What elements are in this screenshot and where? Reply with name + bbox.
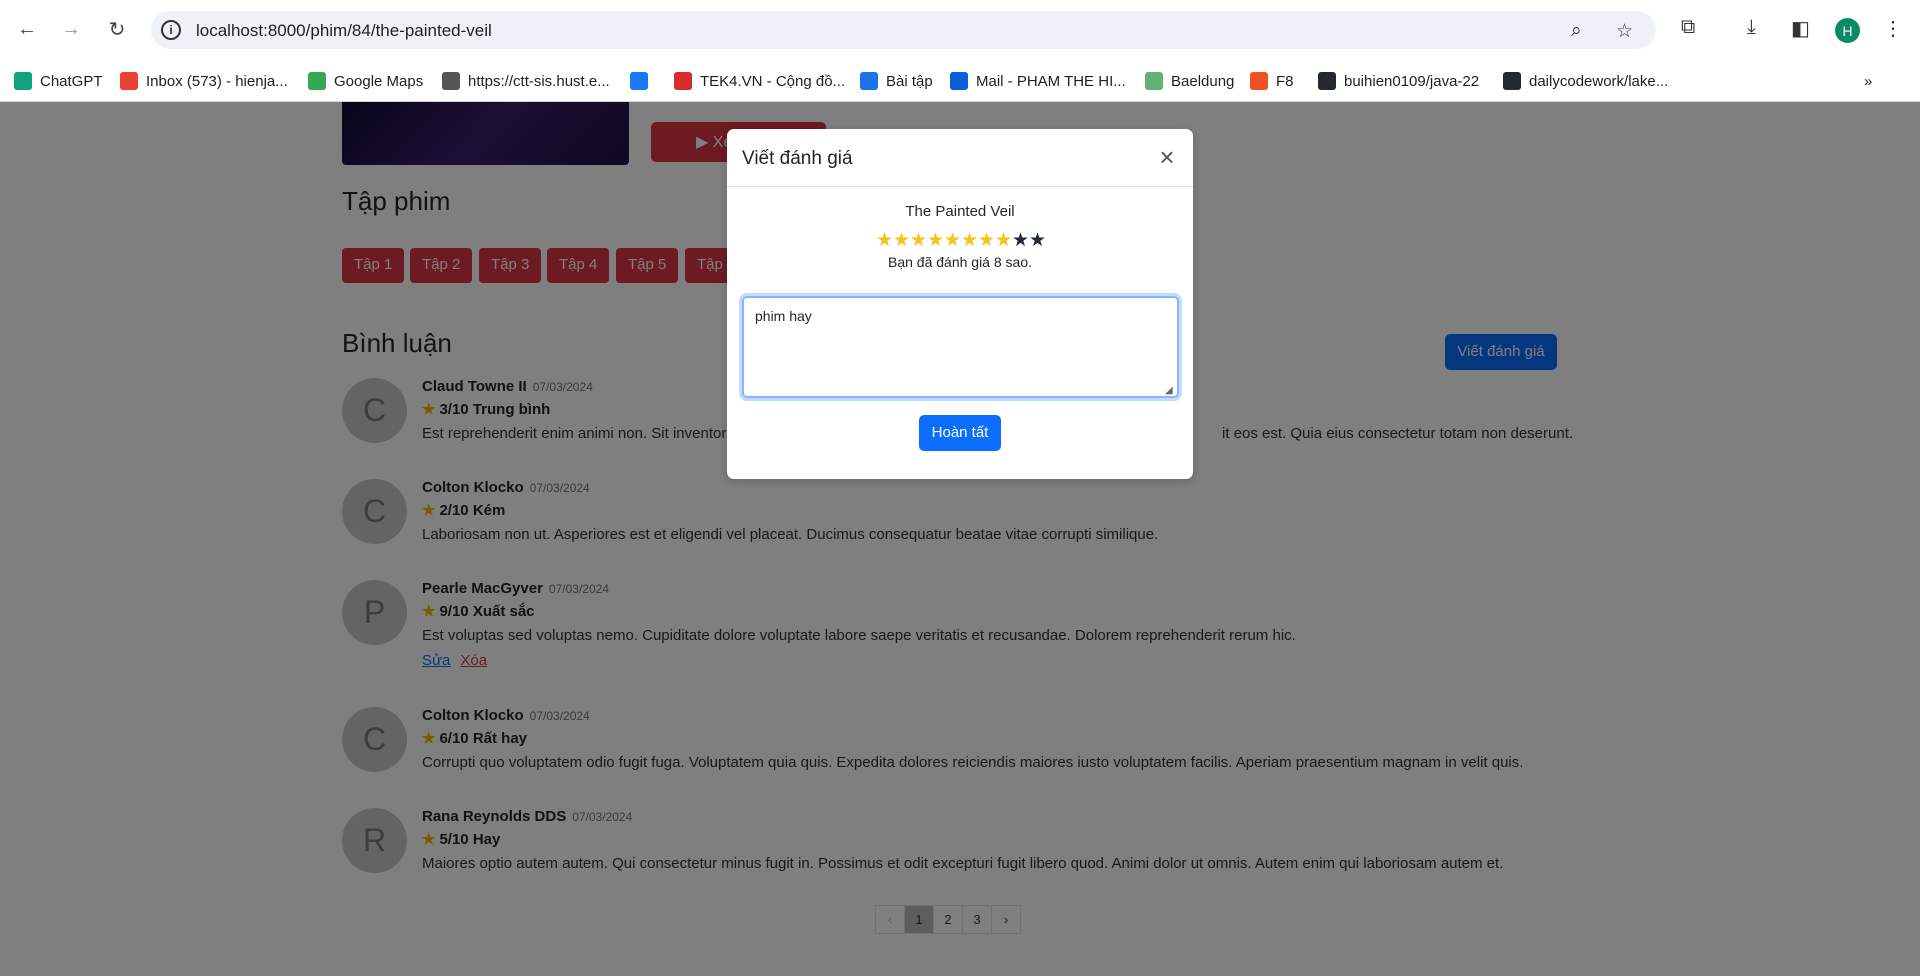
bookmark-label: F8 — [1276, 72, 1294, 90]
reload-icon[interactable]: ↻ — [102, 14, 132, 44]
star-icon[interactable]: ★ — [927, 231, 944, 250]
star-icon[interactable]: ★ — [944, 231, 961, 250]
url-text[interactable]: localhost:8000/phim/84/the-painted-veil — [196, 21, 492, 41]
back-icon[interactable]: ← — [12, 14, 42, 44]
bookmark-item[interactable]: Bài tập — [860, 68, 933, 94]
chatgpt-icon — [14, 72, 32, 90]
bookmark-label: Inbox (573) - hienja... — [146, 72, 288, 90]
maps-icon — [308, 72, 326, 90]
star-icon[interactable]: ★ — [876, 231, 893, 250]
star-icon[interactable]: ★ — [1029, 231, 1046, 250]
extensions-icon[interactable]: ⧉ — [1681, 16, 1695, 39]
bookmark-item[interactable]: F8 — [1250, 68, 1294, 94]
bookmark-label: ChatGPT — [40, 72, 103, 90]
menu-icon[interactable]: ⋮ — [1883, 16, 1903, 41]
modal-title: Viết đánh giá — [742, 148, 853, 169]
modal-header: Viết đánh giá × — [727, 129, 1193, 187]
bookmark-label: buihien0109/java-22 — [1344, 72, 1480, 90]
bookmark-item[interactable]: TEK4.VN - Cộng đồ... — [674, 68, 845, 94]
address-bar[interactable]: i localhost:8000/phim/84/the-painted-vei… — [151, 11, 1656, 49]
browser-toolbar: ← → ↻ i localhost:8000/phim/84/the-paint… — [0, 0, 1920, 60]
f8-icon — [1250, 72, 1268, 90]
bookmark-label: Baeldung — [1171, 72, 1235, 90]
star-icon[interactable]: ★ — [995, 231, 1012, 250]
bookmark-item[interactable] — [630, 68, 656, 94]
review-modal: Viết đánh giá × The Painted Veil ★ ★ ★ ★ ★ ★ ★… — [727, 129, 1193, 479]
baeldung-icon — [1145, 72, 1163, 90]
site-info-icon[interactable]: i — [161, 20, 181, 40]
zoom-icon[interactable]: ⌕ — [1571, 20, 1582, 42]
tasks-icon — [860, 72, 878, 90]
star-rating[interactable]: ★ ★ ★ ★ ★ ★ ★ ★ ★ ★ — [876, 231, 1046, 250]
star-icon[interactable]: ★ — [910, 231, 927, 250]
github-icon — [1318, 72, 1336, 90]
bookmarks-bar: ChatGPT Inbox (573) - hienja... Google Map… — [0, 60, 1920, 102]
facebook-icon — [630, 72, 648, 90]
bookmark-item[interactable]: ChatGPT — [14, 68, 103, 94]
gmail-icon — [120, 72, 138, 90]
movie-title: The Painted Veil — [905, 203, 1015, 220]
more-bookmarks-icon[interactable]: » — [1864, 68, 1872, 94]
github-icon — [1503, 72, 1521, 90]
side-panel-icon[interactable]: ◧ — [1791, 16, 1810, 41]
star-icon[interactable]: ★ — [961, 231, 978, 250]
submit-button[interactable]: Hoàn tất — [919, 415, 1001, 451]
bookmark-item[interactable]: https://ctt-sis.hust.e... — [442, 68, 610, 94]
bookmark-label: Google Maps — [334, 72, 424, 90]
globe-icon — [442, 72, 460, 90]
review-textarea[interactable] — [742, 296, 1179, 398]
close-icon[interactable]: × — [1152, 143, 1182, 173]
bookmark-label: https://ctt-sis.hust.e... — [468, 72, 610, 90]
profile-avatar[interactable]: H — [1835, 18, 1860, 43]
bookmark-star-icon[interactable]: ☆ — [1616, 20, 1633, 43]
rating-summary: Bạn đã đánh giá 8 sao. — [887, 254, 1032, 270]
forward-icon[interactable]: → — [56, 14, 86, 44]
bookmark-label: Bài tập — [886, 72, 933, 90]
bookmark-item[interactable]: Google Maps — [308, 68, 423, 94]
bookmark-label: Mail - PHAM THE HI... — [976, 72, 1126, 90]
bookmark-item[interactable]: Mail - PHAM THE HI... — [950, 68, 1126, 94]
bookmark-item[interactable]: Inbox (573) - hienja... — [120, 68, 288, 94]
resize-grip-icon[interactable]: ◢ — [1165, 385, 1173, 396]
bookmark-item[interactable]: Baeldung — [1145, 68, 1234, 94]
outlook-icon — [950, 72, 968, 90]
tek4-icon — [674, 72, 692, 90]
bookmark-item[interactable]: dailycodework/lake... — [1503, 68, 1668, 94]
bookmark-label: dailycodework/lake... — [1529, 72, 1669, 90]
star-icon[interactable]: ★ — [1012, 231, 1029, 250]
star-icon[interactable]: ★ — [893, 231, 910, 250]
star-icon[interactable]: ★ — [978, 231, 995, 250]
bookmark-label: TEK4.VN - Cộng đồ... — [700, 72, 846, 90]
download-icon[interactable]: ⤓ — [1747, 16, 1756, 39]
bookmark-item[interactable]: buihien0109/java-22 — [1318, 68, 1479, 94]
